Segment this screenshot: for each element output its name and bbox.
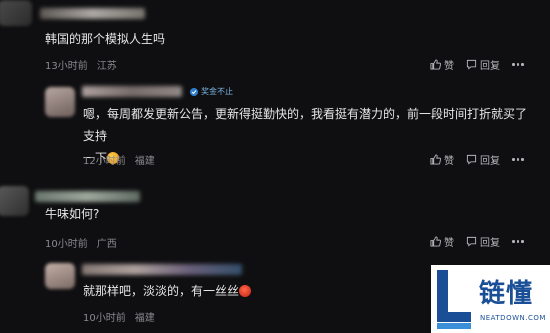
watermark-subtitle: NEATDOWN.COM	[480, 314, 546, 322]
comment-meta: 10小时前 广西	[45, 235, 126, 250]
like-label: 赞	[444, 238, 454, 249]
more-icon[interactable]	[512, 63, 524, 66]
achievement-badge[interactable]: 奖金不止	[189, 86, 233, 97]
comment-text: 韩国的那个模拟人生吗	[45, 32, 166, 46]
username[interactable]	[35, 191, 140, 202]
emoji-icon	[239, 285, 252, 297]
reply-label: 回复	[480, 238, 500, 249]
comment-time: 10小时前	[45, 239, 88, 250]
chat-bubble-icon	[466, 236, 477, 247]
comment-actions: 赞 回复	[430, 152, 524, 167]
more-icon[interactable]	[512, 158, 524, 161]
comment-actions: 赞 回复	[430, 57, 524, 72]
comment-location: 福建	[134, 313, 155, 324]
reply-button[interactable]: 回复	[466, 234, 500, 249]
like-button[interactable]: 赞	[430, 152, 454, 167]
reply-button[interactable]: 回复	[466, 152, 500, 167]
reply-label: 回复	[480, 156, 500, 167]
comment-location: 福建	[134, 156, 155, 167]
like-button[interactable]: 赞	[430, 234, 454, 249]
comment-meta: 12小时前 福建	[83, 152, 164, 167]
reply-button[interactable]: 回复	[466, 57, 500, 72]
more-icon[interactable]	[512, 240, 524, 243]
like-label: 赞	[444, 156, 454, 167]
comment-meta: 10小时前 福建	[83, 309, 164, 324]
medal-icon	[190, 87, 198, 96]
reply-label: 回复	[480, 61, 500, 72]
comment-text-line1: 嗯，每周都发更新公告，更新得挺勤快的，我看挺有潜力的，前一段时间打折就买了支持	[83, 107, 528, 143]
chat-bubble-icon	[466, 154, 477, 165]
thumb-up-icon	[430, 154, 441, 165]
avatar[interactable]	[0, 0, 32, 26]
watermark: 链懂 NEATDOWN.COM	[431, 265, 550, 333]
username[interactable]	[82, 264, 242, 275]
thumb-up-icon	[430, 236, 441, 247]
comment-location: 广西	[96, 239, 117, 250]
comment-text: 就那样吧，淡淡的，有一丝丝	[83, 280, 252, 302]
username[interactable]	[40, 8, 145, 19]
username[interactable]	[82, 86, 182, 97]
comment-time: 12小时前	[83, 156, 126, 167]
comment-time: 10小时前	[83, 313, 126, 324]
comment-text-body: 就那样吧，淡淡的，有一丝丝	[83, 284, 240, 298]
comment-location: 江苏	[96, 61, 117, 72]
watermark-title: 链懂	[479, 279, 534, 309]
avatar[interactable]	[45, 263, 75, 289]
comment-actions: 赞 回复	[430, 234, 524, 249]
comment-meta: 13小时前 江苏	[45, 57, 126, 72]
watermark-logo-icon	[437, 270, 471, 329]
comment-text: 牛味如何?	[45, 207, 100, 221]
like-button[interactable]: 赞	[430, 57, 454, 72]
avatar[interactable]	[45, 87, 75, 117]
comment-time: 13小时前	[45, 61, 88, 72]
thumb-up-icon	[430, 59, 441, 70]
badge-label: 奖金不止	[201, 87, 233, 96]
chat-bubble-icon	[466, 59, 477, 70]
like-label: 赞	[444, 61, 454, 72]
avatar[interactable]	[0, 186, 29, 216]
